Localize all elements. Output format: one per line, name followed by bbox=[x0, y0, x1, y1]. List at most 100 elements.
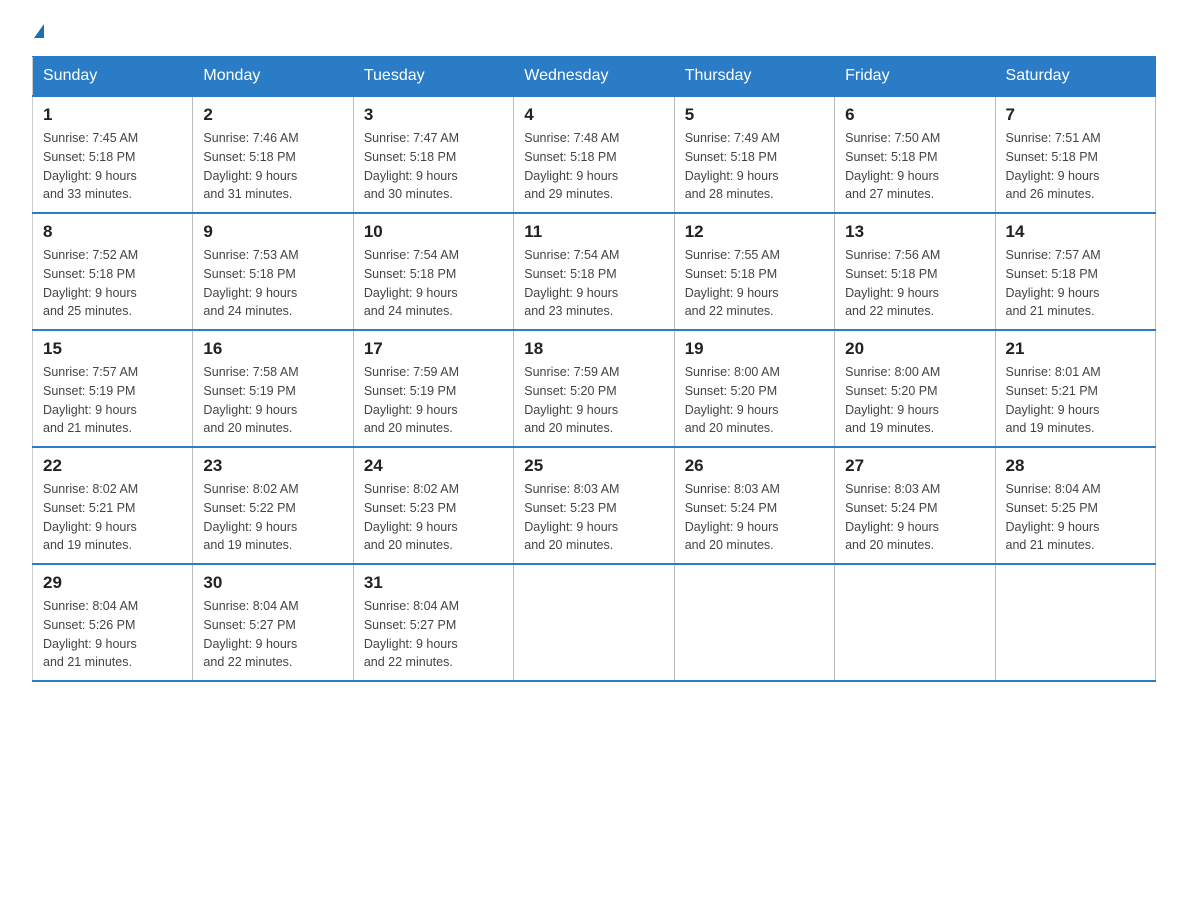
calendar-header-row: SundayMondayTuesdayWednesdayThursdayFrid… bbox=[33, 57, 1156, 97]
day-number: 28 bbox=[1006, 456, 1145, 476]
day-info: Sunrise: 8:03 AMSunset: 5:24 PMDaylight:… bbox=[685, 480, 824, 555]
calendar-cell: 26 Sunrise: 8:03 AMSunset: 5:24 PMDayligh… bbox=[674, 447, 834, 564]
day-number: 8 bbox=[43, 222, 182, 242]
day-info: Sunrise: 7:51 AMSunset: 5:18 PMDaylight:… bbox=[1006, 129, 1145, 204]
calendar-week-row: 1 Sunrise: 7:45 AMSunset: 5:18 PMDaylight… bbox=[33, 96, 1156, 213]
calendar-week-row: 22Sunrise: 8:02 AMSunset: 5:21 PMDayligh… bbox=[33, 447, 1156, 564]
calendar-week-row: 15 Sunrise: 7:57 AMSunset: 5:19 PMDayligh… bbox=[33, 330, 1156, 447]
calendar-cell: 21 Sunrise: 8:01 AMSunset: 5:21 PMDayligh… bbox=[995, 330, 1155, 447]
day-info: Sunrise: 7:52 AMSunset: 5:18 PMDaylight:… bbox=[43, 246, 182, 321]
column-header-thursday: Thursday bbox=[674, 57, 834, 97]
day-info: Sunrise: 7:45 AMSunset: 5:18 PMDaylight:… bbox=[43, 129, 182, 204]
calendar-cell: 24 Sunrise: 8:02 AMSunset: 5:23 PMDayligh… bbox=[353, 447, 513, 564]
calendar-cell: 27Sunrise: 8:03 AMSunset: 5:24 PMDayligh… bbox=[835, 447, 995, 564]
day-number: 5 bbox=[685, 105, 824, 125]
day-number: 10 bbox=[364, 222, 503, 242]
calendar-cell: 19 Sunrise: 8:00 AMSunset: 5:20 PMDayligh… bbox=[674, 330, 834, 447]
calendar-cell: 10 Sunrise: 7:54 AMSunset: 5:18 PMDayligh… bbox=[353, 213, 513, 330]
calendar-cell: 2Sunrise: 7:46 AMSunset: 5:18 PMDaylight… bbox=[193, 96, 353, 213]
calendar-cell: 11 Sunrise: 7:54 AMSunset: 5:18 PMDayligh… bbox=[514, 213, 674, 330]
calendar-cell: 25 Sunrise: 8:03 AMSunset: 5:23 PMDayligh… bbox=[514, 447, 674, 564]
day-number: 30 bbox=[203, 573, 342, 593]
day-number: 9 bbox=[203, 222, 342, 242]
column-header-tuesday: Tuesday bbox=[353, 57, 513, 97]
calendar-cell: 29 Sunrise: 8:04 AMSunset: 5:26 PMDayligh… bbox=[33, 564, 193, 681]
column-header-friday: Friday bbox=[835, 57, 995, 97]
calendar-cell: 8 Sunrise: 7:52 AMSunset: 5:18 PMDaylight… bbox=[33, 213, 193, 330]
day-number: 26 bbox=[685, 456, 824, 476]
calendar-cell: 30 Sunrise: 8:04 AMSunset: 5:27 PMDayligh… bbox=[193, 564, 353, 681]
calendar-cell bbox=[995, 564, 1155, 681]
calendar-cell: 23 Sunrise: 8:02 AMSunset: 5:22 PMDayligh… bbox=[193, 447, 353, 564]
day-info: Sunrise: 7:54 AMSunset: 5:18 PMDaylight:… bbox=[524, 246, 663, 321]
day-number: 11 bbox=[524, 222, 663, 242]
day-number: 24 bbox=[364, 456, 503, 476]
day-number: 16 bbox=[203, 339, 342, 359]
day-number: 20 bbox=[845, 339, 984, 359]
day-info: Sunrise: 7:50 AMSunset: 5:18 PMDaylight:… bbox=[845, 129, 984, 204]
logo bbox=[32, 24, 44, 38]
day-number: 18 bbox=[524, 339, 663, 359]
calendar-cell: 3 Sunrise: 7:47 AMSunset: 5:18 PMDaylight… bbox=[353, 96, 513, 213]
day-info: Sunrise: 7:54 AMSunset: 5:18 PMDaylight:… bbox=[364, 246, 503, 321]
day-info: Sunrise: 7:49 AMSunset: 5:18 PMDaylight:… bbox=[685, 129, 824, 204]
calendar-cell: 17Sunrise: 7:59 AMSunset: 5:19 PMDayligh… bbox=[353, 330, 513, 447]
day-number: 15 bbox=[43, 339, 182, 359]
calendar-cell: 4Sunrise: 7:48 AMSunset: 5:18 PMDaylight… bbox=[514, 96, 674, 213]
day-number: 29 bbox=[43, 573, 182, 593]
day-number: 21 bbox=[1006, 339, 1145, 359]
calendar-week-row: 29 Sunrise: 8:04 AMSunset: 5:26 PMDayligh… bbox=[33, 564, 1156, 681]
day-number: 6 bbox=[845, 105, 984, 125]
calendar-cell: 14 Sunrise: 7:57 AMSunset: 5:18 PMDayligh… bbox=[995, 213, 1155, 330]
day-info: Sunrise: 8:04 AMSunset: 5:26 PMDaylight:… bbox=[43, 597, 182, 672]
day-info: Sunrise: 8:04 AMSunset: 5:27 PMDaylight:… bbox=[364, 597, 503, 672]
day-info: Sunrise: 7:57 AMSunset: 5:19 PMDaylight:… bbox=[43, 363, 182, 438]
column-header-wednesday: Wednesday bbox=[514, 57, 674, 97]
day-info: Sunrise: 7:53 AMSunset: 5:18 PMDaylight:… bbox=[203, 246, 342, 321]
column-header-monday: Monday bbox=[193, 57, 353, 97]
day-info: Sunrise: 7:55 AMSunset: 5:18 PMDaylight:… bbox=[685, 246, 824, 321]
day-number: 7 bbox=[1006, 105, 1145, 125]
calendar-cell: 20 Sunrise: 8:00 AMSunset: 5:20 PMDayligh… bbox=[835, 330, 995, 447]
calendar-week-row: 8 Sunrise: 7:52 AMSunset: 5:18 PMDaylight… bbox=[33, 213, 1156, 330]
day-info: Sunrise: 7:56 AMSunset: 5:18 PMDaylight:… bbox=[845, 246, 984, 321]
day-number: 14 bbox=[1006, 222, 1145, 242]
day-number: 22 bbox=[43, 456, 182, 476]
day-info: Sunrise: 8:00 AMSunset: 5:20 PMDaylight:… bbox=[685, 363, 824, 438]
day-info: Sunrise: 8:00 AMSunset: 5:20 PMDaylight:… bbox=[845, 363, 984, 438]
calendar-cell: 22Sunrise: 8:02 AMSunset: 5:21 PMDayligh… bbox=[33, 447, 193, 564]
logo-triangle-icon bbox=[34, 24, 44, 38]
day-info: Sunrise: 7:48 AMSunset: 5:18 PMDaylight:… bbox=[524, 129, 663, 204]
calendar-cell: 1 Sunrise: 7:45 AMSunset: 5:18 PMDaylight… bbox=[33, 96, 193, 213]
day-number: 19 bbox=[685, 339, 824, 359]
calendar-cell: 5 Sunrise: 7:49 AMSunset: 5:18 PMDaylight… bbox=[674, 96, 834, 213]
day-number: 23 bbox=[203, 456, 342, 476]
day-number: 1 bbox=[43, 105, 182, 125]
calendar-cell: 15 Sunrise: 7:57 AMSunset: 5:19 PMDayligh… bbox=[33, 330, 193, 447]
day-info: Sunrise: 8:03 AMSunset: 5:23 PMDaylight:… bbox=[524, 480, 663, 555]
day-info: Sunrise: 7:57 AMSunset: 5:18 PMDaylight:… bbox=[1006, 246, 1145, 321]
calendar-cell bbox=[674, 564, 834, 681]
calendar-cell: 7 Sunrise: 7:51 AMSunset: 5:18 PMDaylight… bbox=[995, 96, 1155, 213]
column-header-sunday: Sunday bbox=[33, 57, 193, 97]
day-number: 13 bbox=[845, 222, 984, 242]
header bbox=[32, 24, 1156, 38]
calendar-cell: 31 Sunrise: 8:04 AMSunset: 5:27 PMDayligh… bbox=[353, 564, 513, 681]
day-info: Sunrise: 8:04 AMSunset: 5:27 PMDaylight:… bbox=[203, 597, 342, 672]
day-number: 27 bbox=[845, 456, 984, 476]
day-number: 2 bbox=[203, 105, 342, 125]
day-number: 25 bbox=[524, 456, 663, 476]
day-info: Sunrise: 7:47 AMSunset: 5:18 PMDaylight:… bbox=[364, 129, 503, 204]
day-number: 17 bbox=[364, 339, 503, 359]
column-header-saturday: Saturday bbox=[995, 57, 1155, 97]
calendar-cell bbox=[835, 564, 995, 681]
day-info: Sunrise: 8:01 AMSunset: 5:21 PMDaylight:… bbox=[1006, 363, 1145, 438]
calendar-cell: 18 Sunrise: 7:59 AMSunset: 5:20 PMDayligh… bbox=[514, 330, 674, 447]
calendar-table: SundayMondayTuesdayWednesdayThursdayFrid… bbox=[32, 56, 1156, 682]
day-info: Sunrise: 8:02 AMSunset: 5:22 PMDaylight:… bbox=[203, 480, 342, 555]
day-number: 31 bbox=[364, 573, 503, 593]
day-number: 3 bbox=[364, 105, 503, 125]
day-info: Sunrise: 8:02 AMSunset: 5:23 PMDaylight:… bbox=[364, 480, 503, 555]
calendar-cell: 16Sunrise: 7:58 AMSunset: 5:19 PMDayligh… bbox=[193, 330, 353, 447]
day-info: Sunrise: 7:59 AMSunset: 5:20 PMDaylight:… bbox=[524, 363, 663, 438]
